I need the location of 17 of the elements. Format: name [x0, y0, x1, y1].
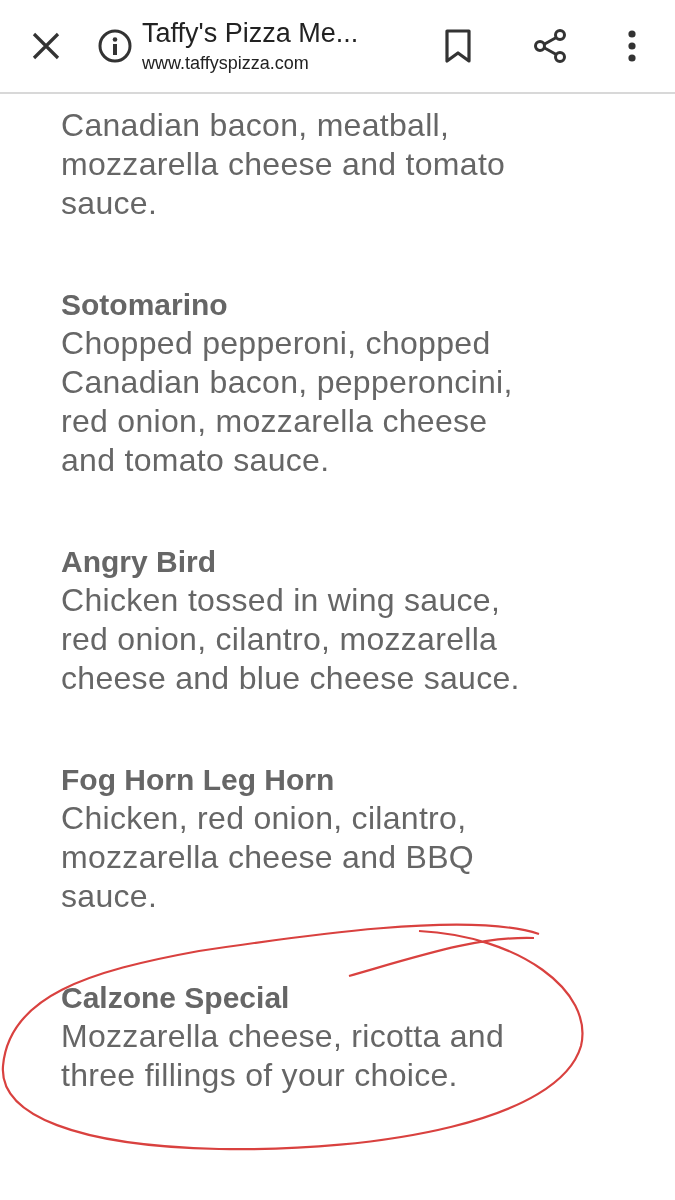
page-title: Taffy's Pizza Me... — [142, 18, 360, 49]
item-name: Angry Bird — [61, 544, 216, 580]
info-button[interactable] — [96, 27, 134, 65]
page-url: www.taffyspizza.com — [142, 53, 310, 74]
close-icon — [32, 32, 60, 60]
item-description: Chicken tossed in wing sauce, red onion, cilantro, mozzarella cheese and blue cheese sauce. — [61, 581, 521, 698]
share-icon — [532, 28, 568, 64]
item-description: Canadian bacon, meatball, mozzarella cheese and tomato sauce. — [61, 106, 507, 223]
bookmark-icon — [445, 29, 471, 63]
item-description: Mozzarella cheese, ricotta and three fillings of your choice. — [61, 1017, 505, 1095]
item-name: Calzone Special — [61, 980, 290, 1016]
item-name: Sotomarino — [61, 287, 228, 323]
item-description: Chicken, red onion, cilantro, mozzarella cheese and BBQ sauce. — [61, 799, 476, 916]
item-name: Fog Horn Leg Horn — [61, 762, 335, 798]
item-description: Chopped pepperoni, chopped Canadian bacon, pepperoncini, red onion, mozzarella cheese and tomato sauce. — [61, 324, 514, 480]
more-icon — [627, 30, 637, 62]
info-icon — [98, 29, 132, 63]
